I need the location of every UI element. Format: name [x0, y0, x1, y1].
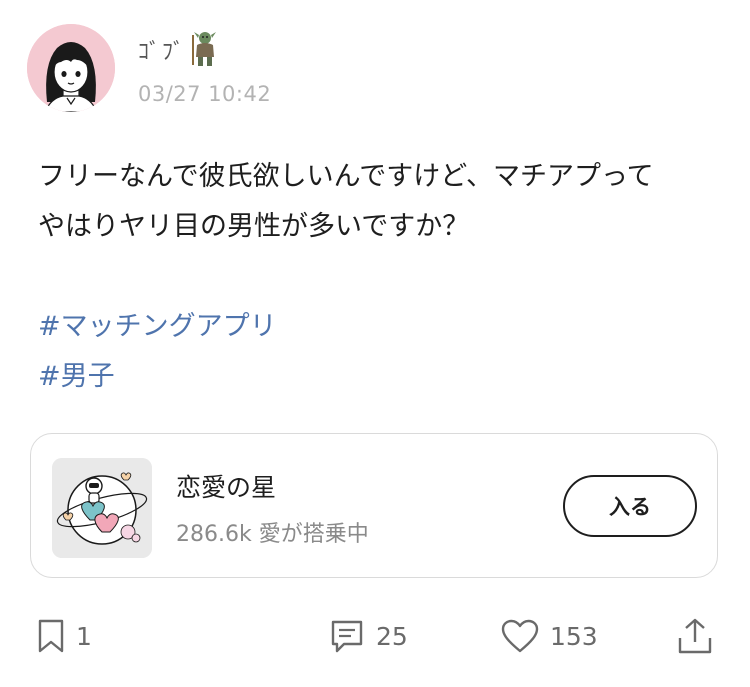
post-body-text: フリーなんで彼氏欲しいんですけど、マチアプって やはりヤリ目の男性が多いですか？ [38, 161, 654, 242]
post-action-bar: 1 25 153 [0, 610, 750, 666]
share-button[interactable] [676, 610, 714, 662]
comment-icon [328, 617, 366, 655]
girl-avatar-icon [27, 24, 115, 112]
like-button[interactable]: 153 [500, 610, 598, 662]
bookmark-button[interactable]: 1 [36, 610, 92, 662]
comment-count: 25 [376, 621, 408, 651]
join-button[interactable]: 入る [563, 475, 697, 537]
love-planet-icon [52, 458, 152, 558]
bookmark-count: 1 [76, 621, 92, 651]
community-name: 恋愛の星 [176, 473, 277, 502]
post-timestamp: 03/27 10:42 [138, 82, 272, 106]
heart-icon [500, 617, 540, 655]
bookmark-icon [36, 617, 66, 655]
comment-button[interactable]: 25 [328, 610, 408, 662]
share-icon [676, 616, 714, 656]
community-card[interactable]: 恋愛の星 286.6k 愛が搭乗中 入る [30, 433, 718, 578]
troll-icon [190, 29, 220, 71]
avatar[interactable] [27, 24, 115, 112]
community-member-count: 286.6k 愛が搭乗中 [176, 522, 369, 547]
author-name[interactable]: ｺﾞﾌﾞ [138, 34, 186, 66]
hashtag-link[interactable]: #マッチングアプリ [38, 302, 277, 352]
hashtag-link[interactable]: #男子 [38, 352, 277, 402]
like-count: 153 [550, 621, 598, 651]
hashtag-list: #マッチングアプリ #男子 [38, 302, 277, 402]
author-name-row[interactable]: ｺﾞﾌﾞ [138, 30, 220, 70]
